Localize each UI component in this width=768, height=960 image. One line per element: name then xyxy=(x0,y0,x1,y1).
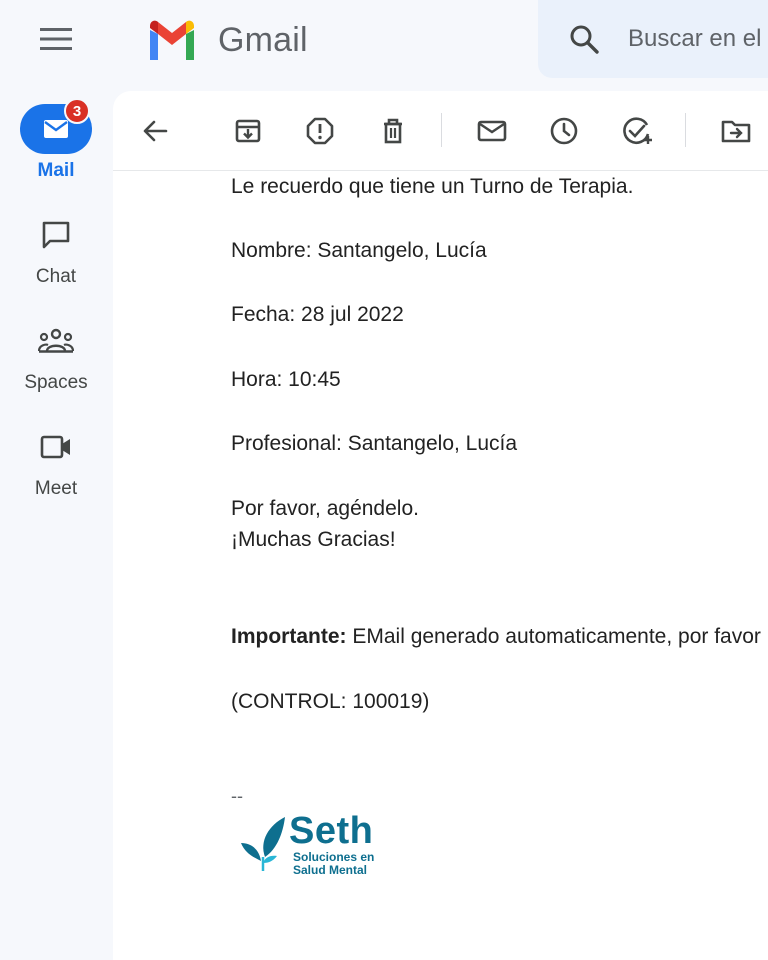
move-to-icon xyxy=(721,120,751,143)
signature-separator: -- xyxy=(231,786,243,806)
rail-item-chat[interactable]: Chat xyxy=(0,210,112,288)
seth-logo: Seth Soluciones en Salud Mental xyxy=(239,811,374,877)
important-label: Importante: xyxy=(231,625,347,648)
mail-pill: 3 xyxy=(20,98,92,154)
delete-icon xyxy=(384,118,402,144)
mark-unread-button[interactable] xyxy=(472,111,512,151)
delete-button[interactable] xyxy=(373,111,413,151)
spaces-pill xyxy=(20,316,92,366)
rail-label-spaces: Spaces xyxy=(24,372,88,393)
patient-name-line: Nombre: Santangelo, Lucía xyxy=(231,239,487,262)
add-task-icon xyxy=(623,117,652,144)
spaces-icon xyxy=(38,328,74,353)
move-to-button[interactable] xyxy=(716,111,756,151)
app-name: Gmail xyxy=(218,21,308,59)
search-input[interactable] xyxy=(628,25,768,53)
chat-pill xyxy=(20,210,92,260)
mail-icon xyxy=(44,120,68,138)
meet-pill xyxy=(20,422,92,472)
intro-line: Le recuerdo que tiene un Turno de Terapi… xyxy=(231,175,634,198)
unread-count-badge: 3 xyxy=(64,98,90,124)
leaf-icon xyxy=(241,817,285,871)
snooze-button[interactable] xyxy=(544,111,584,151)
hamburger-menu-icon xyxy=(40,28,72,50)
report-spam-icon xyxy=(306,117,334,145)
rail-item-spaces[interactable]: Spaces xyxy=(0,316,112,394)
report-spam-button[interactable] xyxy=(300,111,340,151)
seth-brand: Seth xyxy=(289,810,374,852)
rail-label-mail: Mail xyxy=(37,160,75,181)
date-line: Fecha: 28 jul 2022 xyxy=(231,303,404,326)
add-to-tasks-button[interactable] xyxy=(618,111,658,151)
archive-button[interactable] xyxy=(228,111,268,151)
message-view: Le recuerdo que tiene un Turno de Terapi… xyxy=(113,91,768,960)
control-code: (CONTROL: 100019) xyxy=(231,690,430,713)
snooze-icon xyxy=(550,117,578,145)
main-menu-button[interactable] xyxy=(28,14,84,64)
rail-label-chat: Chat xyxy=(35,266,77,287)
rail-label-meet: Meet xyxy=(34,478,78,499)
request-line: Por favor, agéndelo. xyxy=(231,497,419,520)
professional-line: Profesional: Santangelo, Lucía xyxy=(231,432,518,455)
toolbar-divider xyxy=(685,113,686,147)
search-bar[interactable] xyxy=(538,0,768,78)
gmail-m-icon xyxy=(150,20,194,60)
back-arrow-icon xyxy=(143,120,168,142)
archive-icon xyxy=(235,119,261,143)
message-toolbar xyxy=(113,91,768,171)
rail-item-meet[interactable]: Meet xyxy=(0,422,112,500)
gmail-window: Gmail 3 Mail xyxy=(0,0,768,960)
toolbar-divider xyxy=(441,113,442,147)
rail-item-mail[interactable]: 3 Mail xyxy=(0,98,112,182)
meet-icon xyxy=(40,435,70,459)
important-text: EMail generado automaticamente, por favo… xyxy=(352,625,761,648)
search-icon[interactable] xyxy=(568,22,600,56)
thanks-line: ¡Muchas Gracias! xyxy=(231,528,396,551)
seth-tagline-2: Salud Mental xyxy=(293,863,368,877)
mark-unread-icon xyxy=(477,120,507,142)
chat-icon xyxy=(42,221,70,249)
back-button[interactable] xyxy=(135,111,175,151)
important-notice: Importante: EMail generado automaticamen… xyxy=(231,621,761,653)
time-line: Hora: 10:45 xyxy=(231,368,341,391)
gmail-logo[interactable]: Gmail xyxy=(146,20,308,60)
